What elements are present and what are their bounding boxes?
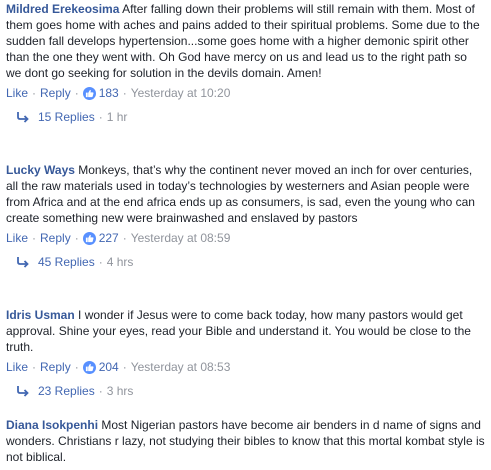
comment-body: Mildred Erekeosima After falling down th… <box>6 1 485 81</box>
comment: Lucky Ways Monkeys, that’s why the conti… <box>6 162 485 270</box>
comment-timestamp[interactable]: Yesterday at 10:20 <box>131 85 231 101</box>
comment-actions: Like · Reply · 183 · Yesterday at 10:20 <box>6 85 485 101</box>
reply-arrow-icon <box>17 257 29 268</box>
separator: · <box>32 86 37 100</box>
thumbs-up-icon <box>82 86 96 100</box>
comment-body: Diana Isokpenhi Most Nigerian pastors ha… <box>6 417 485 465</box>
like-count[interactable]: 227 <box>99 230 119 246</box>
replies-time: 3 hrs <box>106 384 134 398</box>
like-link[interactable]: Like <box>6 359 28 375</box>
separator: · <box>122 360 127 374</box>
thumbs-up-icon <box>82 231 96 245</box>
comment-actions: Like · Reply · 227 · Yesterday at 08:59 <box>6 230 485 246</box>
comment: Idris Usman I wonder if Jesus were to co… <box>6 307 485 399</box>
comment-author[interactable]: Diana Isokpenhi <box>6 418 98 432</box>
thumbs-up-icon <box>82 360 96 374</box>
like-link[interactable]: Like <box>6 230 28 246</box>
view-replies[interactable]: 23 Replies · 3 hrs <box>6 383 485 399</box>
comment-author[interactable]: Idris Usman <box>6 308 75 322</box>
comment-timestamp[interactable]: Yesterday at 08:59 <box>131 230 231 246</box>
separator: · <box>98 384 103 398</box>
replies-count-link[interactable]: 23 Replies <box>38 383 95 399</box>
comments-list: Mildred Erekeosima After falling down th… <box>0 0 491 470</box>
like-count[interactable]: 183 <box>99 85 119 101</box>
comment-text: Monkeys, that’s why the continent never … <box>6 163 475 225</box>
separator: · <box>122 86 127 100</box>
reply-arrow-icon <box>17 112 29 123</box>
comment-body: Idris Usman I wonder if Jesus were to co… <box>6 307 485 355</box>
comment-body: Lucky Ways Monkeys, that’s why the conti… <box>6 162 485 226</box>
separator: · <box>74 360 79 374</box>
comment-timestamp[interactable]: Yesterday at 08:53 <box>131 359 231 375</box>
view-replies[interactable]: 15 Replies · 1 hr <box>6 109 485 125</box>
reply-arrow-icon <box>17 386 29 397</box>
reply-link[interactable]: Reply <box>40 230 71 246</box>
reply-link[interactable]: Reply <box>40 359 71 375</box>
separator: · <box>74 86 79 100</box>
separator: · <box>74 231 79 245</box>
separator: · <box>98 255 103 269</box>
replies-count-link[interactable]: 45 Replies <box>38 254 95 270</box>
comment-author[interactable]: Mildred Erekeosima <box>6 2 119 16</box>
replies-count-link[interactable]: 15 Replies <box>38 109 95 125</box>
view-replies[interactable]: 45 Replies · 4 hrs <box>6 254 485 270</box>
separator: · <box>98 110 103 124</box>
separator: · <box>122 231 127 245</box>
replies-time: 1 hr <box>106 110 128 124</box>
comment: Diana Isokpenhi Most Nigerian pastors ha… <box>6 417 485 465</box>
comment-author[interactable]: Lucky Ways <box>6 163 75 177</box>
comment-text: I wonder if Jesus were to come back toda… <box>6 308 471 354</box>
separator: · <box>32 360 37 374</box>
like-count[interactable]: 204 <box>99 359 119 375</box>
like-link[interactable]: Like <box>6 85 28 101</box>
separator: · <box>32 231 37 245</box>
comment-actions: Like · Reply · 204 · Yesterday at 08:53 <box>6 359 485 375</box>
comment: Mildred Erekeosima After falling down th… <box>6 1 485 125</box>
replies-time: 4 hrs <box>106 255 134 269</box>
reply-link[interactable]: Reply <box>40 85 71 101</box>
